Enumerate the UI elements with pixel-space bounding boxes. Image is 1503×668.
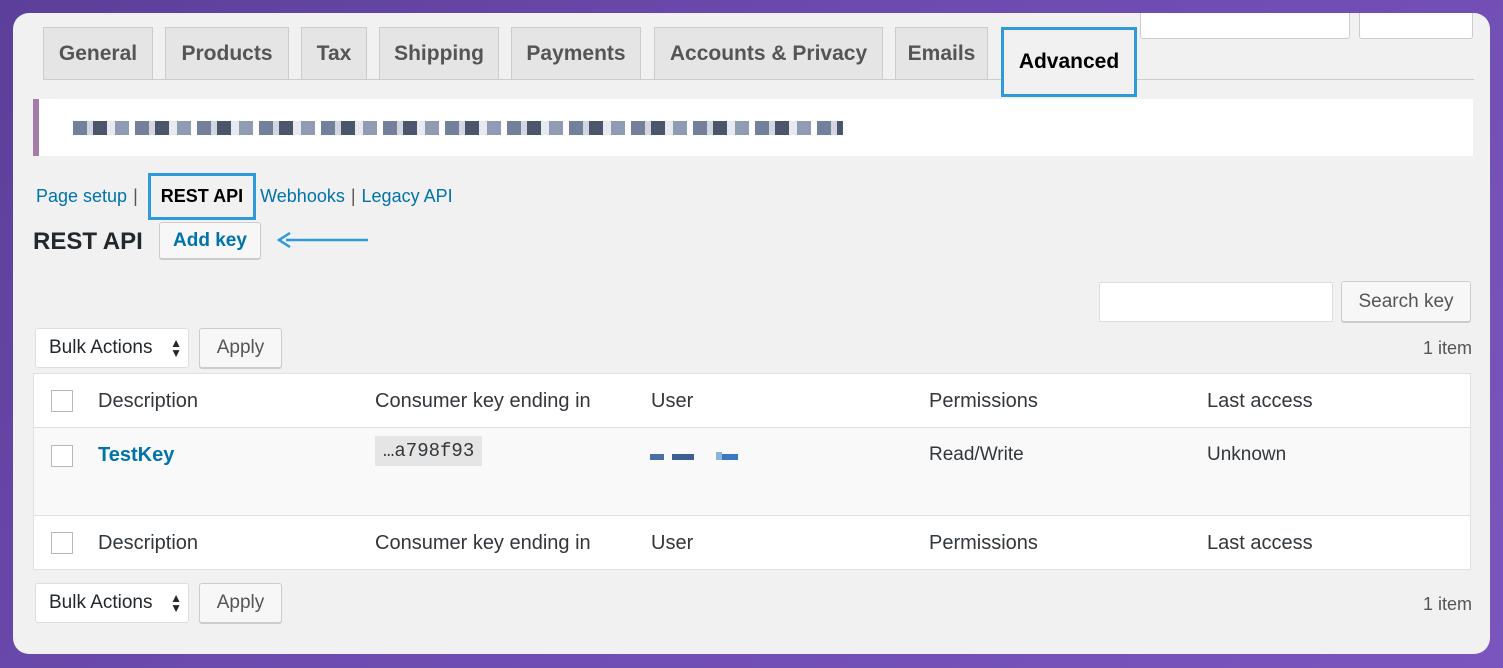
settings-panel: General Products Tax Shipping Payments A…	[13, 13, 1490, 654]
last-access-value: Unknown	[1207, 444, 1287, 465]
select-arrows-icon: ▲ ▼	[170, 591, 182, 615]
column-footer-user: User	[651, 532, 694, 554]
subnav-webhooks[interactable]: Webhooks	[260, 186, 345, 207]
page-title: REST API	[33, 228, 143, 255]
column-header-consumer-key: Consumer key ending in	[375, 390, 591, 412]
subnav-rest-api[interactable]: REST API	[147, 173, 257, 220]
search-key-button[interactable]: Search key	[1341, 281, 1471, 322]
tab-shipping[interactable]: Shipping	[379, 27, 499, 79]
tab-tax[interactable]: Tax	[301, 27, 367, 79]
select-all-checkbox[interactable]	[51, 390, 73, 412]
row-checkbox[interactable]	[51, 445, 73, 467]
item-count-top: 1 item	[1422, 338, 1472, 358]
column-footer-consumer-key: Consumer key ending in	[375, 532, 591, 554]
tab-accounts-privacy[interactable]: Accounts & Privacy	[654, 27, 883, 79]
api-keys-table: Description Consumer key ending in User …	[33, 373, 1471, 570]
subnav-page-setup[interactable]: Page setup	[36, 186, 127, 207]
tab-products[interactable]: Products	[165, 27, 289, 79]
table-row: TestKey …a798f93 Read/Write Unknown	[34, 428, 1470, 516]
tab-advanced[interactable]: Advanced	[1001, 27, 1137, 97]
bulk-actions-select-top[interactable]: Bulk Actions ▲ ▼	[35, 328, 189, 368]
apply-button-top[interactable]: Apply	[199, 328, 282, 368]
redacted-notice-text	[73, 121, 843, 135]
column-header-permissions: Permissions	[929, 390, 1038, 412]
search-key-input[interactable]	[1099, 282, 1333, 322]
tab-payments[interactable]: Payments	[511, 27, 641, 79]
settings-tabs: General Products Tax Shipping Payments A…	[13, 13, 1490, 97]
arrow-left-icon	[276, 232, 368, 248]
add-key-button[interactable]: Add key	[159, 222, 261, 259]
item-count-bottom: 1 item	[1422, 594, 1472, 614]
subnav-separator: |	[133, 186, 138, 206]
bulk-actions-value: Bulk Actions	[49, 592, 153, 613]
key-description-link[interactable]: TestKey	[98, 444, 174, 467]
table-header-row: Description Consumer key ending in User …	[34, 374, 1470, 428]
consumer-key-value: …a798f93	[375, 436, 483, 466]
tab-divider	[43, 79, 1474, 80]
select-all-checkbox-footer[interactable]	[51, 532, 73, 554]
tab-emails[interactable]: Emails	[895, 27, 988, 79]
column-header-description[interactable]: Description	[98, 390, 198, 413]
advanced-subnav: Page setup | REST API Webhooks | Legacy …	[36, 173, 453, 220]
column-header-last-access: Last access	[1207, 390, 1313, 412]
select-arrows-icon: ▲ ▼	[170, 336, 182, 360]
subnav-separator: |	[350, 186, 356, 206]
subnav-legacy-api[interactable]: Legacy API	[362, 186, 453, 207]
table-footer-row: Description Consumer key ending in User …	[34, 516, 1470, 569]
bulk-actions-select-bottom[interactable]: Bulk Actions ▲ ▼	[35, 583, 189, 623]
column-footer-permissions: Permissions	[929, 532, 1038, 554]
apply-button-bottom[interactable]: Apply	[199, 583, 282, 623]
column-footer-last-access: Last access	[1207, 532, 1313, 554]
bulk-actions-value: Bulk Actions	[49, 337, 153, 358]
permissions-value: Read/Write	[929, 444, 1024, 465]
admin-notice	[33, 99, 1473, 156]
redacted-user[interactable]	[650, 452, 740, 462]
column-footer-description[interactable]: Description	[98, 532, 198, 555]
column-header-user: User	[651, 390, 694, 412]
tab-general[interactable]: General	[43, 27, 153, 79]
consumer-key-text: …a798f93	[375, 436, 483, 466]
